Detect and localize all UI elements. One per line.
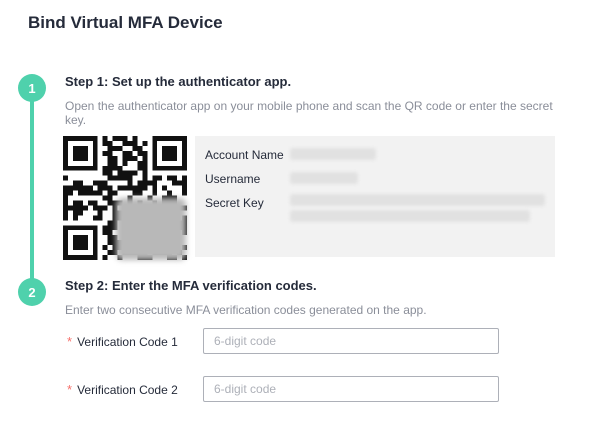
username-value-redacted [290,172,358,184]
verification-code-2-input[interactable] [203,376,499,402]
account-name-label: Account Name [205,148,284,162]
secret-key-label: Secret Key [205,196,264,210]
step-2-badge: 2 [18,278,46,306]
account-info-panel: Account Name Username Secret Key [195,136,555,257]
step-1-title: Step 1: Set up the authenticator app. [65,74,292,89]
verification-code-1-input[interactable] [203,328,499,354]
required-asterisk-icon: * [67,382,73,397]
secret-key-value-redacted-line-2[interactable] [290,210,530,222]
verification-code-1-label: * Verification Code 1 [67,334,178,349]
secret-key-value-redacted[interactable] [290,194,545,206]
qr-code-redaction [116,198,186,260]
step-2-description: Enter two consecutive MFA verification c… [65,303,427,317]
account-name-value-redacted [290,148,376,160]
verification-code-2-label: * Verification Code 2 [67,382,178,397]
step-1-description: Open the authenticator app on your mobil… [65,99,553,127]
page-title: Bind Virtual MFA Device [28,13,223,32]
required-asterisk-icon: * [67,334,73,349]
step-connector-line [30,98,34,288]
step-2-title: Step 2: Enter the MFA verification codes… [65,278,317,293]
step-1-badge: 1 [18,74,46,102]
username-label: Username [205,172,261,186]
